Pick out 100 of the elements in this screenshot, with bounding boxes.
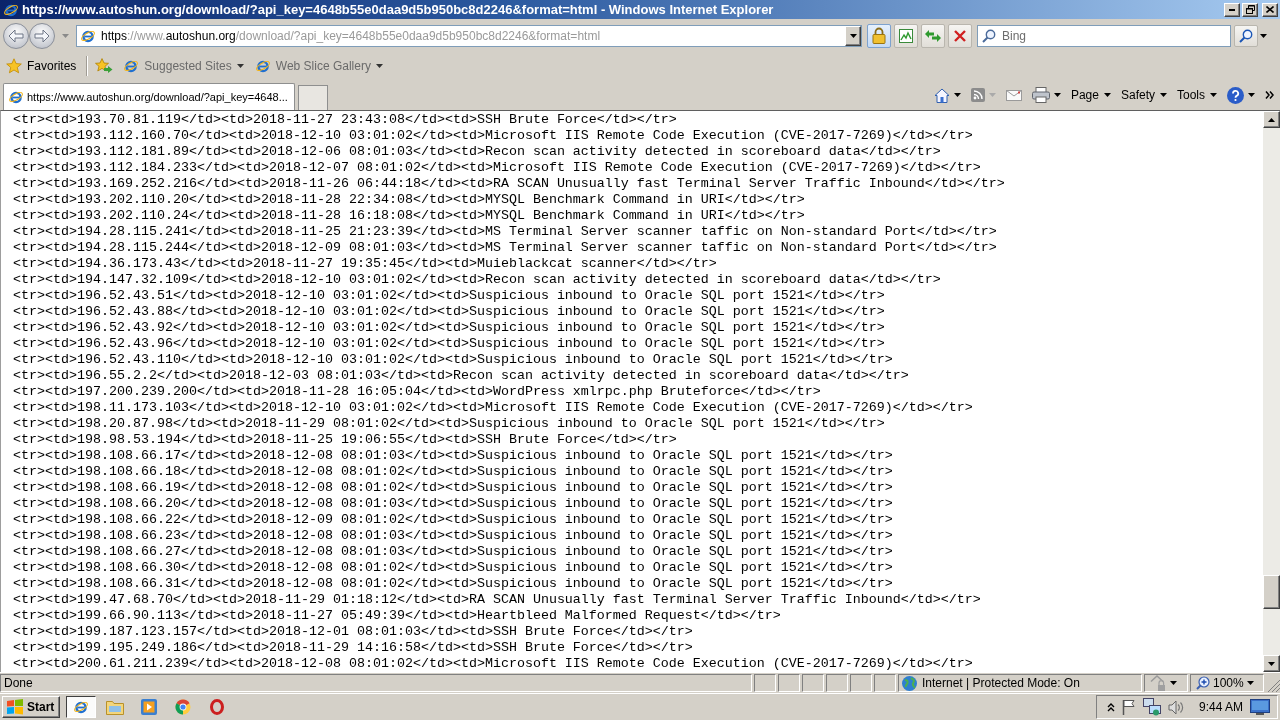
source-line: <tr><td>198.108.66.19</td><td>2018-12-08 08:01:02</td><td>Suspicious inbound to Oracle SQL port 1521</td></tr> xyxy=(13,480,893,496)
source-line: <tr><td>193.70.81.119</td><td>2018-11-27 23:43:08</td><td>SSH Brute Force</td></tr> xyxy=(13,112,677,128)
printer-icon xyxy=(1031,87,1050,103)
caret-icon xyxy=(1248,93,1255,97)
caret-icon xyxy=(1170,681,1177,685)
start-button[interactable]: Start xyxy=(2,696,61,718)
feed-icon xyxy=(970,88,985,102)
address-field[interactable]: https://www.autoshun.org/download/?api_key=4648b55e0daa9d5b950bc8d2246&format=html xyxy=(76,24,862,47)
security-button[interactable] xyxy=(867,23,891,48)
home-icon xyxy=(933,87,950,103)
zone-text: Internet | Protected Mode: On xyxy=(922,676,1080,690)
show-desktop-button[interactable] xyxy=(1250,699,1271,715)
minimize-button[interactable] xyxy=(1224,2,1240,17)
play-icon xyxy=(141,699,158,715)
status-pane xyxy=(802,674,824,692)
source-line: <tr><td>194.28.115.244</td><td>2018-12-09 08:01:03</td><td>MS Terminal Server scanner taffic on Non-standard Port</td></tr> xyxy=(13,240,997,256)
source-line: <tr><td>193.112.160.70</td><td>2018-12-10 03:01:02</td><td>Microsoft IIS Remote Code Execution (CVE-2017-7269)</td></tr> xyxy=(13,128,973,144)
padlock-icon xyxy=(872,27,886,44)
url-text: https://www.autoshun.org/download/?api_key=4648b55e0daa9d5b950bc8d2246&format=html xyxy=(101,28,602,43)
print-button[interactable] xyxy=(1029,84,1063,106)
action-center-button[interactable] xyxy=(1122,699,1136,715)
source-line: <tr><td>198.108.66.18</td><td>2018-12-08 08:01:02</td><td>Suspicious inbound to Oracle SQL port 1521</td></tr> xyxy=(13,464,893,480)
favorites-button[interactable]: Favorites xyxy=(4,55,79,77)
source-line: <tr><td>198.108.66.31</td><td>2018-12-08 08:01:02</td><td>Suspicious inbound to Oracle SQL port 1521</td></tr> xyxy=(13,576,893,592)
protected-mode-button[interactable] xyxy=(1148,672,1179,694)
browser-tab[interactable]: https://www.autoshun.org/download/?api_key=4648... xyxy=(3,83,295,110)
command-menu[interactable]: Page xyxy=(1068,84,1113,106)
flag-icon xyxy=(1122,699,1136,715)
source-line: <tr><td>198.108.66.27</td><td>2018-12-08 08:01:03</td><td>Suspicious inbound to Oracle SQL port 1521</td></tr> xyxy=(13,544,893,560)
source-line: <tr><td>196.52.43.96</td><td>2018-12-10 03:01:02</td><td>Suspicious inbound to Oracle SQL port 1521</td></tr> xyxy=(13,336,885,352)
refresh-icon xyxy=(924,28,942,43)
source-line: <tr><td>193.202.110.24</td><td>2018-11-28 16:18:08</td><td>MYSQL Benchmark Command in URI</td></tr> xyxy=(13,208,805,224)
caret-icon xyxy=(1246,681,1254,685)
source-line: <tr><td>196.55.2.2</td><td>2018-12-03 08:01:03</td><td>Recon scan activity detected in scoreboard data</td></tr> xyxy=(13,368,909,384)
back-button[interactable] xyxy=(3,22,29,49)
stop-button[interactable] xyxy=(948,23,972,48)
padlock-icon xyxy=(1150,675,1166,691)
source-line: <tr><td>199.187.123.157</td><td>2018-12-01 08:01:03</td><td>SSH Brute Force</td></tr> xyxy=(13,624,693,640)
volume-button[interactable] xyxy=(1168,699,1184,715)
stop-icon xyxy=(954,29,966,42)
source-line: <tr><td>193.112.181.89</td><td>2018-12-06 08:01:03</td><td>Recon scan activity detected in scoreboard data</td></tr> xyxy=(13,144,941,160)
network-button[interactable] xyxy=(1143,698,1161,716)
zoom-button[interactable]: 100% xyxy=(1194,674,1256,692)
compatibility-button[interactable] xyxy=(894,23,918,48)
folder-icon xyxy=(106,699,125,715)
forward-button[interactable] xyxy=(29,22,55,49)
source-line: <tr><td>194.36.173.43</td><td>2018-11-27 19:35:45</td><td>Muieblackcat scanner</td></tr> xyxy=(13,256,717,272)
search-icon xyxy=(982,28,996,43)
network-icon xyxy=(1143,698,1161,716)
segmented-circle-icon xyxy=(175,699,192,715)
caret-icon xyxy=(1103,93,1111,97)
favorites-bar-item[interactable]: Web Slice Gallery xyxy=(251,55,386,77)
restore-button[interactable] xyxy=(1242,2,1258,17)
source-line: <tr><td>200.61.211.239</td><td>2018-12-08 08:01:02</td><td>Microsoft IIS Remote Code Execution (CVE-2017-7269)</td></tr> xyxy=(13,656,973,672)
command-menu[interactable]: Tools xyxy=(1175,84,1219,106)
address-dropdown-button[interactable] xyxy=(845,25,861,46)
double-chevron-icon xyxy=(1265,91,1274,99)
search-field[interactable]: Bing xyxy=(977,24,1231,47)
source-line: <tr><td>196.52.43.92</td><td>2018-12-10 03:01:02</td><td>Suspicious inbound to Oracle SQL port 1521</td></tr> xyxy=(13,320,885,336)
caret-icon xyxy=(849,33,857,38)
source-line: <tr><td>194.28.115.241</td><td>2018-11-25 21:23:39</td><td>MS Terminal Server scanner taffic on Non-standard Port</td></tr> xyxy=(13,224,997,240)
status-pane xyxy=(754,674,776,692)
status-pane xyxy=(850,674,872,692)
scroll-down-button[interactable] xyxy=(1263,655,1280,672)
show-hidden-icons-button[interactable] xyxy=(1107,702,1115,712)
status-pane xyxy=(874,674,896,692)
star-arrow-icon xyxy=(95,58,114,74)
caret-icon xyxy=(375,64,383,68)
up-triangle-icon xyxy=(1268,117,1275,122)
flag-logo-icon xyxy=(6,699,24,715)
clock-text: 9:44 AM xyxy=(1199,700,1244,714)
refresh-button[interactable] xyxy=(921,23,945,48)
source-line: <tr><td>199.195.249.186</td><td>2018-11-29 14:16:58</td><td>SSH Brute Force</td></tr> xyxy=(13,640,693,656)
down-triangle-icon xyxy=(1268,661,1275,666)
restore-icon xyxy=(1245,5,1255,14)
monitor-icon xyxy=(1250,699,1271,715)
source-line: <tr><td>193.112.184.233</td><td>2018-12-07 08:01:02</td><td>Microsoft IIS Remote Code Execution (CVE-2017-7269)</td></tr> xyxy=(13,160,981,176)
window-title: https://www.autoshun.org/download/?api_key=4648b55e0daa9d5b950bc8d2246&format=html - Windows Internet Explorer xyxy=(22,1,775,18)
double-chevron-icon xyxy=(1107,702,1115,712)
scroll-up-button[interactable] xyxy=(1263,111,1280,128)
ringed-e-icon xyxy=(8,89,24,105)
status-text: Done xyxy=(4,676,33,690)
source-line: <tr><td>198.98.53.194</td><td>2018-11-25 19:06:55</td><td>SSH Brute Force</td></tr> xyxy=(13,432,677,448)
source-line: <tr><td>193.169.252.216</td><td>2018-11-26 06:44:18</td><td>RA SCAN Unusually fast Terminal Server Traffic Inbound</td></tr> xyxy=(13,176,1005,192)
search-button[interactable] xyxy=(1234,24,1258,47)
source-line: <tr><td>198.108.66.22</td><td>2018-12-09 08:01:02</td><td>Suspicious inbound to Oracle SQL port 1521</td></tr> xyxy=(13,512,893,528)
close-button[interactable] xyxy=(1262,2,1278,17)
scroll-thumb[interactable] xyxy=(1263,575,1280,609)
new-tab-button[interactable] xyxy=(297,85,328,110)
caret-icon xyxy=(988,93,996,97)
ring-icon xyxy=(210,699,225,715)
command-menu[interactable]: Safety xyxy=(1118,84,1169,106)
close-icon xyxy=(1266,6,1274,13)
source-line: <tr><td>198.108.66.23</td><td>2018-12-08 08:01:03</td><td>Suspicious inbound to Oracle SQL port 1521</td></tr> xyxy=(13,528,893,544)
help-button[interactable] xyxy=(1225,84,1257,106)
source-line: <tr><td>198.108.66.30</td><td>2018-12-08 08:01:02</td><td>Suspicious inbound to Oracle SQL port 1521</td></tr> xyxy=(13,560,893,576)
taskbar-button[interactable] xyxy=(66,696,97,718)
right-arrow-icon xyxy=(34,28,50,43)
status-pane xyxy=(826,674,848,692)
favorites-bar-item[interactable]: Suggested Sites xyxy=(120,55,247,77)
